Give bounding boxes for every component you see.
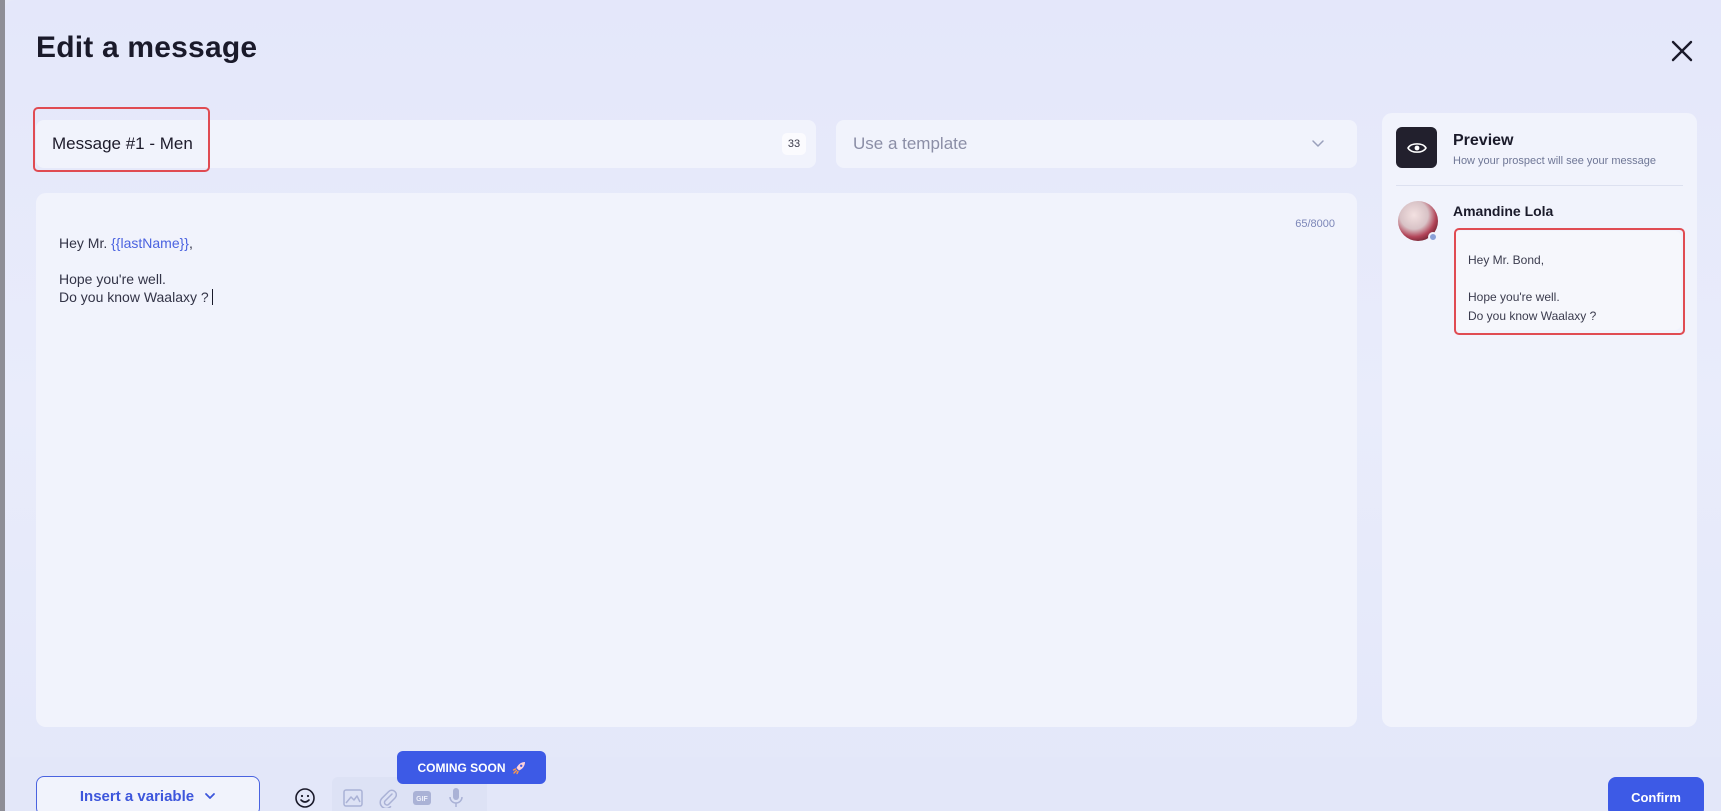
message-char-count: 65/8000 (1295, 218, 1335, 230)
preview-line-2: Hope you're well. (1468, 290, 1560, 304)
editor-line-3: Do you know Waalaxy ? (59, 288, 214, 306)
template-placeholder: Use a template (853, 134, 968, 153)
image-icon (343, 789, 363, 807)
editor-line-3-text: Do you know Waalaxy ? (59, 289, 209, 305)
insert-variable-button[interactable]: Insert a variable (36, 776, 260, 811)
svg-text:GIF: GIF (416, 796, 428, 803)
microphone-icon (449, 788, 463, 807)
image-tool-button[interactable] (342, 787, 364, 809)
variable-tag[interactable]: {{lastName}} (111, 235, 189, 251)
editor-line-greeting: Hey Mr. {{lastName}}, (59, 234, 213, 252)
dialog-title: Edit a message (36, 31, 258, 64)
rocket-icon (512, 761, 525, 774)
gif-icon: GIF (413, 791, 431, 805)
close-icon (1671, 40, 1693, 62)
chevron-down-icon (205, 793, 216, 799)
text-caret (211, 289, 214, 305)
edit-message-dialog: Edit a message 33 Use a template 65/8000… (5, 0, 1721, 811)
paperclip-icon (379, 789, 397, 808)
message-name-input[interactable] (52, 134, 752, 154)
greeting-prefix: Hey Mr. (59, 235, 112, 251)
preview-line-3: Do you know Waalaxy ? (1468, 308, 1597, 323)
emoji-button[interactable] (292, 785, 318, 811)
preview-subtitle: How your prospect will see your message (1453, 155, 1656, 167)
preview-panel: Preview How your prospect will see your … (1382, 113, 1697, 727)
editor-line-2: Hope you're well. (59, 271, 166, 287)
greeting-suffix: , (188, 235, 193, 251)
template-select[interactable]: Use a template (836, 120, 1357, 168)
coming-soon-label: COMING SOON (417, 760, 506, 775)
status-dot (1428, 232, 1438, 242)
preview-line-1: Hey Mr. Bond, (1468, 253, 1545, 267)
preview-line-empty (1468, 270, 1681, 289)
bottom-toolbar (10, 757, 1721, 811)
message-editor-body[interactable]: Hey Mr. {{lastName}}, Hope you're well. … (59, 234, 214, 306)
sender-name: Amandine Lola (1453, 203, 1554, 219)
voice-tool-button[interactable] (445, 787, 467, 809)
name-char-count: 33 (782, 133, 806, 155)
attachment-tool-button[interactable] (377, 787, 399, 809)
preview-title: Preview (1453, 132, 1514, 149)
confirm-button[interactable]: Confirm (1608, 777, 1704, 811)
smiley-icon (295, 788, 315, 808)
chevron-down-icon (1312, 140, 1324, 147)
insert-variable-label: Insert a variable (79, 787, 195, 805)
message-name-field[interactable]: 33 (36, 120, 816, 168)
preview-icon-box (1396, 127, 1437, 168)
preview-divider (1396, 185, 1683, 186)
close-button[interactable] (1665, 34, 1699, 68)
eye-icon (1406, 142, 1427, 153)
message-editor[interactable]: 65/8000 Hey Mr. {{lastName}}, Hope you'r… (36, 193, 1357, 727)
editor-line-empty (59, 252, 213, 270)
coming-soon-badge: COMING SOON (397, 751, 546, 784)
gif-tool-button[interactable]: GIF (411, 787, 433, 809)
preview-message-bubble: Hey Mr. Bond, Hope you're well. Do you k… (1454, 231, 1681, 330)
